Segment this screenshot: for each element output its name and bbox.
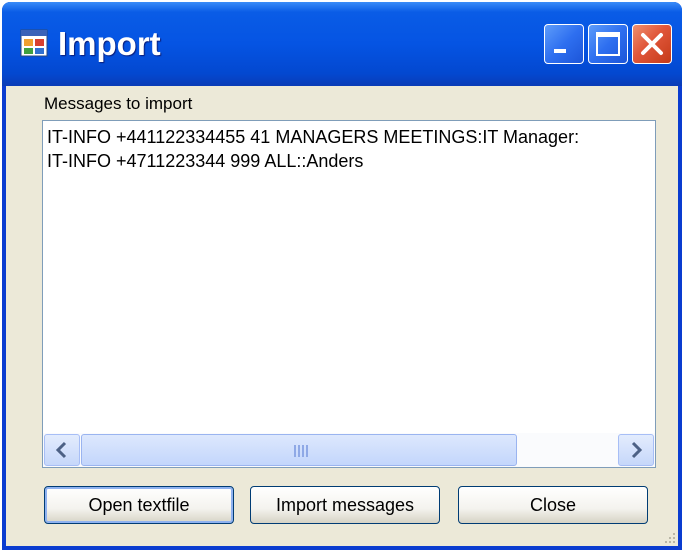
messages-listbox[interactable]: IT-INFO +441122334455 41 MANAGERS MEETIN…: [42, 120, 656, 468]
scrollbar-thumb[interactable]: [81, 434, 517, 466]
minimize-button[interactable]: [544, 24, 584, 64]
maximize-button[interactable]: [588, 24, 628, 64]
title-bar[interactable]: Import: [2, 2, 682, 86]
grip-line: [298, 445, 300, 457]
app-window-icon: [20, 29, 48, 57]
horizontal-scrollbar[interactable]: [43, 433, 655, 467]
chevron-left-icon: [55, 441, 67, 459]
maximize-icon: [596, 32, 620, 56]
window-title: Import: [58, 25, 161, 62]
resize-grip-icon[interactable]: [662, 530, 676, 544]
import-messages-button[interactable]: Import messages: [250, 486, 440, 524]
open-textfile-button[interactable]: Open textfile: [44, 486, 234, 524]
close-icon: [641, 33, 663, 55]
import-window: Import Messages to import IT-INFO +44112…: [2, 2, 682, 550]
window-client-area: Messages to import IT-INFO +441122334455…: [6, 86, 678, 546]
list-item[interactable]: IT-INFO +4711223344 999 ALL::Anders: [47, 149, 363, 173]
messages-label: Messages to import: [44, 94, 193, 113]
close-button[interactable]: Close: [458, 486, 648, 524]
grip-line: [302, 445, 304, 457]
close-window-button[interactable]: [632, 24, 672, 64]
grip-line: [306, 445, 308, 457]
list-item[interactable]: IT-INFO +441122334455 41 MANAGERS MEETIN…: [47, 125, 579, 149]
scroll-right-button[interactable]: [618, 434, 654, 466]
minimize-icon: [554, 49, 566, 53]
scroll-left-button[interactable]: [44, 434, 80, 466]
grip-line: [294, 445, 296, 457]
chevron-right-icon: [631, 441, 643, 459]
